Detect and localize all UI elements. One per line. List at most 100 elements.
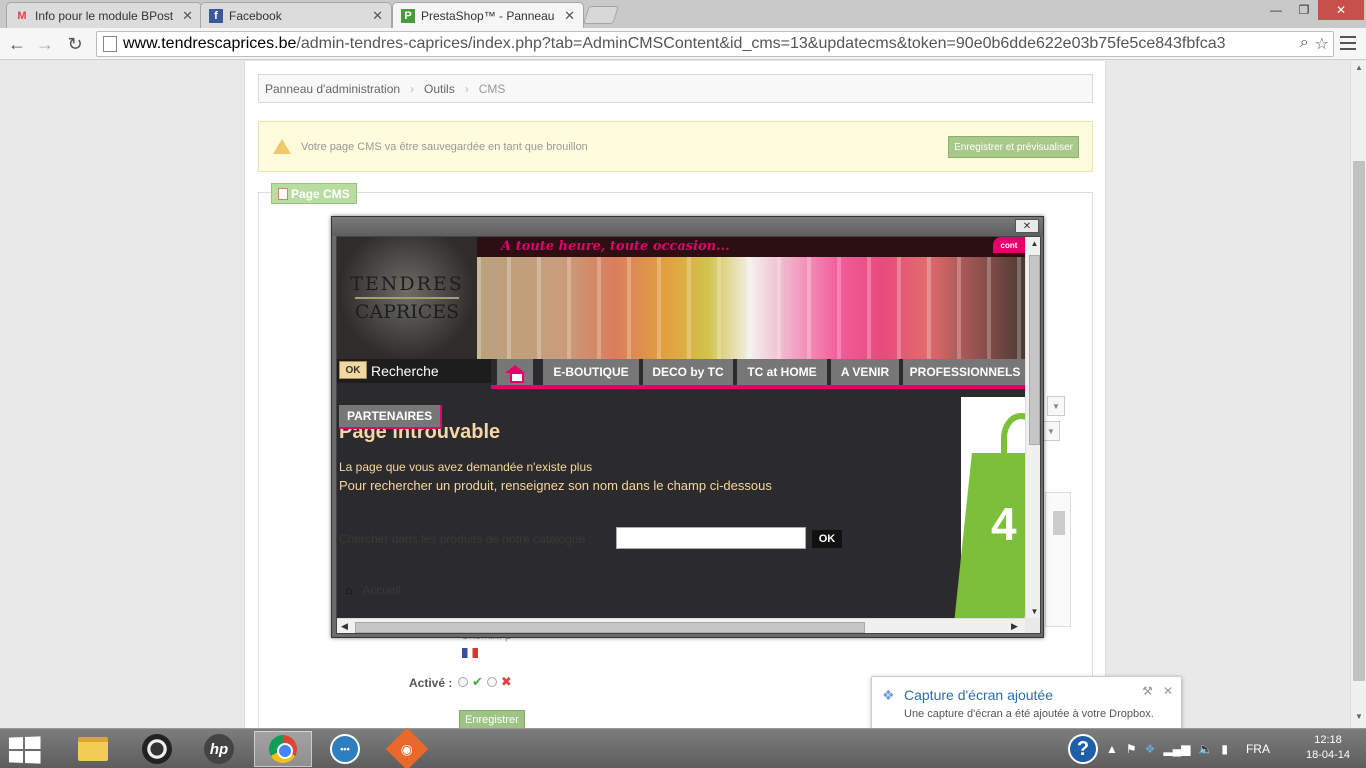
url-host: www.tendrescaprices.be — [123, 35, 297, 52]
folder-icon — [78, 737, 108, 761]
system-tray: ? ▲ ⚑ ❖ ▂▄▆ 🔈 ▮ FRA — [1068, 729, 1270, 768]
flag-icon[interactable]: ⚑ — [1126, 742, 1137, 756]
clock-time: 12:18 — [1314, 734, 1342, 746]
search-ok-button[interactable]: OK — [339, 361, 367, 379]
save-and-preview-button[interactable]: Enregistrer et prévisualiser — [948, 136, 1079, 158]
save-button[interactable]: Enregistrer — [459, 710, 525, 730]
signal-icon[interactable]: ▂▄▆ — [1163, 742, 1190, 756]
catalog-search-input[interactable] — [616, 527, 806, 549]
radio-yes[interactable] — [458, 677, 468, 687]
catalog-search-label: Chercher dans les produits de notre cata… — [339, 532, 592, 546]
frame-hscroll[interactable]: ◀ ▶ — [337, 618, 1025, 633]
breadcrumb-current: CMS — [478, 81, 506, 96]
nav-e-boutique[interactable]: E-BOUTIQUE — [543, 359, 641, 385]
textarea-scroll[interactable] — [1045, 492, 1071, 627]
settings-icon[interactable]: ⚒ — [1142, 684, 1153, 698]
reload-icon[interactable]: ↻ — [64, 33, 86, 55]
address-actions: ⌕ ☆ — [1300, 34, 1329, 54]
webcam-taskbar-button[interactable] — [128, 731, 186, 767]
dropbox-toast[interactable]: ❖ Capture d'écran ajoutée Une capture d'… — [871, 676, 1182, 731]
catalog-search-button[interactable]: OK — [812, 530, 842, 548]
shop-site: TENDRES CAPRICES A toute heure, toute oc… — [337, 237, 1025, 618]
minimize-icon[interactable]: — — [1262, 0, 1290, 20]
maximize-icon[interactable]: ❐ — [1290, 0, 1318, 20]
scroll-up-icon[interactable]: ▲ — [1026, 239, 1040, 248]
battery-icon[interactable]: ▮ — [1221, 742, 1228, 756]
volume-icon[interactable]: 🔈 — [1198, 742, 1213, 756]
close-icon[interactable]: ✕ — [182, 8, 193, 24]
hp-taskbar-button[interactable]: hp — [190, 731, 248, 767]
shop-logo[interactable]: TENDRES CAPRICES — [337, 237, 477, 359]
bookmark-star-icon[interactable]: ☆ — [1315, 34, 1329, 54]
nav-deco[interactable]: DECO by TC — [643, 359, 735, 385]
scroll-up-icon[interactable]: ▲ — [1351, 63, 1366, 77]
scroll-down-icon[interactable]: ▼ — [1351, 712, 1366, 726]
draft-warning: Votre page CMS va être sauvegardée en ta… — [258, 121, 1093, 172]
cms-legend: Page CMS — [271, 183, 357, 204]
new-tab-button[interactable] — [583, 6, 619, 24]
frame-vscroll[interactable]: ▲ ▼ — [1025, 237, 1040, 618]
active-radios: ✔ ✖ — [458, 674, 512, 690]
tab-label: PrestaShop™ - Panneau d' — [421, 8, 559, 23]
page-icon — [278, 187, 288, 200]
scroll-down-icon[interactable]: ▼ — [1026, 607, 1040, 616]
browser-menu-icon[interactable] — [1340, 34, 1356, 52]
app2-taskbar-button[interactable]: ◉ — [378, 727, 436, 768]
preview-popup: ✕ TENDRES CAPRICES A toute heure, toute … — [331, 216, 1044, 638]
popup-titlebar[interactable]: ✕ — [332, 217, 1043, 236]
tab-facebook[interactable]: f Facebook ✕ — [200, 2, 392, 28]
tab-prestashop[interactable]: P PrestaShop™ - Panneau d' ✕ — [392, 2, 584, 28]
warning-icon — [273, 139, 291, 154]
nav-a-venir[interactable]: A VENIR — [831, 359, 901, 385]
close-icon[interactable]: ✕ — [1163, 684, 1173, 698]
banner-top: A toute heure, toute occasion... cont — [477, 237, 1025, 257]
close-icon[interactable]: ✕ — [564, 8, 575, 24]
check-icon: ✔ — [472, 674, 483, 689]
promo-image[interactable]: 4 — [954, 397, 1025, 618]
scroll-left-icon[interactable]: ◀ — [341, 621, 348, 632]
radio-no[interactable] — [486, 677, 497, 687]
explorer-taskbar-button[interactable] — [64, 731, 122, 767]
app-taskbar-button[interactable]: ••• — [316, 731, 374, 767]
back-icon[interactable]: ← — [6, 33, 28, 55]
search-hint: Pour rechercher un produit, renseignez s… — [339, 478, 772, 493]
search-input[interactable]: Recherche — [371, 363, 439, 379]
breadcrumb: Panneau d'administration › Outils › CMS — [258, 74, 1093, 103]
home-icon — [507, 365, 524, 383]
language-indicator[interactable]: FRA — [1246, 742, 1270, 756]
window-close-icon[interactable]: ✕ — [1318, 0, 1364, 20]
dropbox-tray-icon[interactable]: ❖ — [1145, 742, 1156, 756]
scroll-thumb[interactable] — [1353, 161, 1365, 681]
nav-partenaires[interactable]: PARTENAIRES — [339, 405, 443, 429]
help-icon[interactable]: ? — [1068, 734, 1098, 764]
french-flag-icon[interactable] — [462, 648, 478, 658]
tray-expand-icon[interactable]: ▲ — [1106, 742, 1118, 756]
contact-tab[interactable]: cont — [993, 237, 1025, 253]
logo-line1: TENDRES — [350, 273, 464, 295]
nav-tc-home[interactable]: TC at HOME — [737, 359, 829, 385]
nav-home[interactable] — [497, 359, 535, 385]
url-path: /admin-tendres-caprices/index.php?tab=Ad… — [296, 35, 1226, 52]
breadcrumb-item[interactable]: Panneau d'administration — [265, 82, 400, 96]
page-scrollbar[interactable]: ▲ ▼ — [1350, 61, 1366, 728]
home-link[interactable]: ⌂ Accueil — [345, 583, 401, 597]
scroll-thumb[interactable] — [355, 622, 865, 633]
tab-gmail[interactable]: M Info pour le module BPost ✕ — [6, 2, 202, 28]
close-icon[interactable]: ✕ — [372, 8, 383, 24]
cross-icon: ✖ — [500, 674, 512, 689]
clock[interactable]: 12:18 18-04-14 — [1306, 733, 1350, 763]
scroll-right-icon[interactable]: ▶ — [1011, 621, 1018, 632]
breadcrumb-separator-icon: › — [464, 81, 469, 96]
forward-icon[interactable]: → — [34, 33, 56, 55]
nav-professionnels[interactable]: PROFESSIONNELS — [903, 359, 1025, 385]
address-bar[interactable]: www.tendrescaprices.be/admin-tendres-cap… — [96, 31, 1334, 57]
chevron-down-icon[interactable]: ▼ — [1042, 421, 1060, 441]
scroll-thumb[interactable] — [1029, 255, 1040, 445]
popup-close-button[interactable]: ✕ — [1015, 219, 1039, 233]
start-button[interactable] — [8, 736, 41, 764]
chrome-icon — [269, 735, 297, 763]
breadcrumb-item[interactable]: Outils — [424, 82, 455, 96]
chrome-taskbar-button[interactable] — [254, 731, 312, 767]
chevron-down-icon[interactable]: ▼ — [1047, 396, 1065, 416]
zoom-icon[interactable]: ⌕ — [1300, 34, 1309, 54]
